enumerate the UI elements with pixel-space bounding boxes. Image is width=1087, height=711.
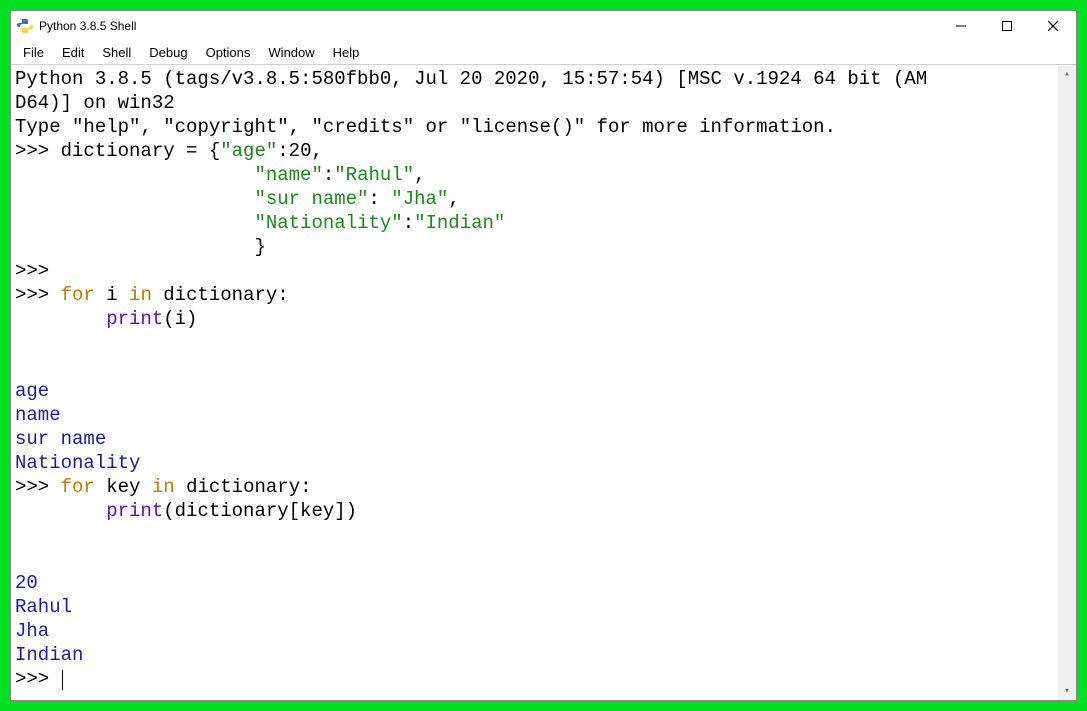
string-literal: "Rahul" [334, 164, 414, 186]
banner-line: D64)] on win32 [15, 92, 175, 114]
blank-line [15, 356, 106, 378]
string-literal: "age" [220, 140, 277, 162]
prompt: >>> [15, 260, 49, 282]
code-text: : [403, 212, 414, 234]
string-literal: "Indian" [414, 212, 505, 234]
banner-line: Type "help", "copyright", "credits" or "… [15, 116, 836, 138]
stdout-line: Rahul [15, 596, 72, 618]
banner-line: Python 3.8.5 (tags/v3.8.5:580fbb0, Jul 2… [15, 68, 927, 90]
shell-text[interactable]: Python 3.8.5 (tags/v3.8.5:580fbb0, Jul 2… [11, 65, 1058, 700]
keyword: in [152, 476, 175, 498]
code-text: (dictionary[key]) [163, 500, 357, 522]
vertical-scrollbar[interactable]: ▴ ▾ [1058, 65, 1076, 700]
builtin: print [106, 308, 163, 330]
menu-help[interactable]: Help [325, 43, 368, 62]
keyword: for [61, 476, 95, 498]
builtin: print [106, 500, 163, 522]
string-literal: "Jha" [391, 188, 448, 210]
scroll-up-icon[interactable]: ▴ [1058, 65, 1076, 83]
stdout-line: name [15, 404, 61, 426]
string-literal: "sur name" [254, 188, 368, 210]
prompt: >>> [15, 284, 61, 306]
code-text: (i) [163, 308, 197, 330]
stdout-line: Jha [15, 620, 49, 642]
close-button[interactable] [1030, 11, 1076, 41]
blank-line [15, 548, 106, 570]
indent [15, 188, 254, 210]
code-text: dictionary = { [61, 140, 221, 162]
menu-options[interactable]: Options [198, 43, 259, 62]
indent [15, 164, 254, 186]
code-text: dictionary: [152, 284, 289, 306]
stdout-line: Indian [15, 644, 83, 666]
window-title: Python 3.8.5 Shell [39, 19, 136, 33]
menu-edit[interactable]: Edit [54, 43, 92, 62]
indent [15, 212, 254, 234]
window-controls [938, 11, 1076, 41]
title-left: Python 3.8.5 Shell [17, 18, 136, 34]
outer-frame: Python 3.8.5 Shell File Edit Shell Debug… [0, 0, 1087, 711]
python-idle-icon [17, 18, 33, 34]
code-text: : [368, 188, 391, 210]
prompt: >>> [15, 140, 61, 162]
code-text: , [414, 164, 425, 186]
keyword: in [129, 284, 152, 306]
code-text: dictionary: [175, 476, 312, 498]
menubar: File Edit Shell Debug Options Window Hel… [11, 41, 1076, 65]
indent [15, 500, 106, 522]
stdout-line: 20 [15, 572, 38, 594]
shell-area: Python 3.8.5 (tags/v3.8.5:580fbb0, Jul 2… [11, 65, 1076, 700]
prompt: >>> [15, 476, 61, 498]
code-text: , [448, 188, 459, 210]
code-text: : [323, 164, 334, 186]
menu-file[interactable]: File [15, 43, 52, 62]
string-literal: "Nationality" [254, 212, 402, 234]
text-cursor [62, 670, 63, 690]
string-literal: "name" [254, 164, 322, 186]
code-text: i [106, 284, 117, 306]
indent [15, 236, 254, 258]
prompt: >>> [15, 668, 61, 690]
menu-debug[interactable]: Debug [141, 43, 195, 62]
scroll-down-icon[interactable]: ▾ [1058, 682, 1076, 700]
titlebar[interactable]: Python 3.8.5 Shell [11, 11, 1076, 41]
menu-window[interactable]: Window [260, 43, 322, 62]
stdout-line: Nationality [15, 452, 140, 474]
code-text: } [254, 236, 265, 258]
stdout-line: sur name [15, 428, 106, 450]
indent [15, 308, 106, 330]
minimize-button[interactable] [938, 11, 984, 41]
code-text: :20, [277, 140, 323, 162]
keyword: for [61, 284, 95, 306]
idle-window: Python 3.8.5 Shell File Edit Shell Debug… [10, 10, 1077, 701]
code-text: key [106, 476, 140, 498]
stdout-line: age [15, 380, 49, 402]
menu-shell[interactable]: Shell [94, 43, 139, 62]
maximize-button[interactable] [984, 11, 1030, 41]
